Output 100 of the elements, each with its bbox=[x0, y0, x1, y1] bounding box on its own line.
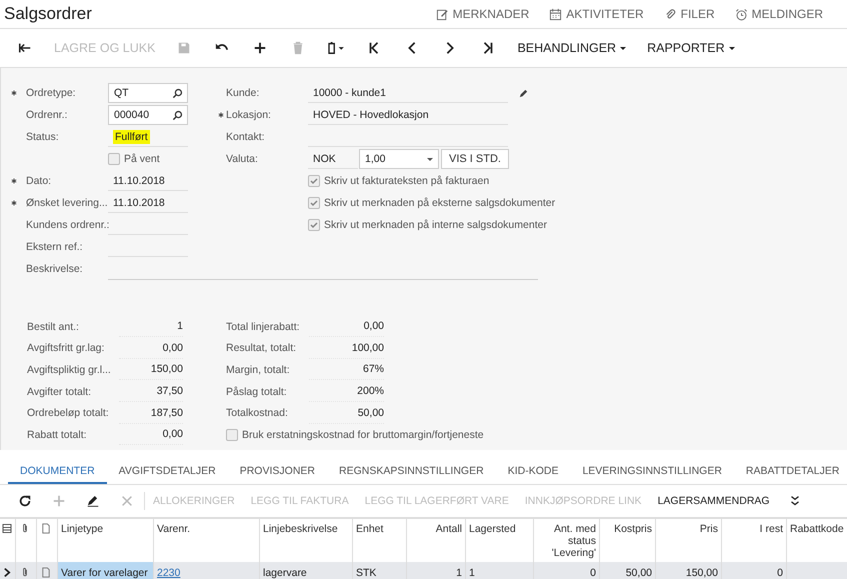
total-value: 0,00 bbox=[119, 424, 183, 446]
field-label: Kontakt: bbox=[226, 131, 265, 143]
total-label: Avgiftspliktig gr.l... bbox=[27, 364, 112, 376]
status-value: Fullført bbox=[113, 130, 150, 144]
total-label: Ordrebeløp totalt: bbox=[27, 407, 110, 420]
total-label: Påslag totalt: bbox=[226, 386, 288, 398]
lookup-field[interactable]: QT bbox=[108, 83, 188, 103]
page-title: Salgsordrer bbox=[4, 4, 92, 24]
tab[interactable]: DOKUMENTER bbox=[8, 460, 107, 484]
text-field[interactable]: 11.10.2018 bbox=[108, 193, 188, 213]
header-link[interactable]: AKTIVITETER bbox=[549, 7, 644, 21]
total-label: Resultat, totalt: bbox=[226, 342, 298, 354]
total-value: 200% bbox=[309, 381, 384, 402]
field-label: Valuta: bbox=[226, 153, 258, 165]
row-pointer-icon[interactable] bbox=[2, 567, 12, 578]
total-value: 100,00 bbox=[309, 338, 384, 359]
field-label: Kundens ordrenr.: bbox=[26, 219, 110, 231]
tab[interactable]: LEVERINGSINNSTILLINGER bbox=[570, 460, 734, 484]
refresh-icon bbox=[18, 494, 32, 508]
total-value: 50,00 bbox=[309, 402, 384, 424]
checkmark-icon bbox=[309, 220, 319, 230]
required-icon bbox=[218, 112, 224, 118]
caret-icon bbox=[619, 44, 628, 52]
text-field[interactable]: HOVED - Hovedlokasjon bbox=[308, 105, 508, 125]
table-cell: lagervare bbox=[263, 567, 307, 579]
calendar-icon bbox=[549, 8, 562, 20]
total-value: 37,50 bbox=[119, 381, 183, 402]
required-icon bbox=[11, 90, 17, 96]
alarm-clock-icon bbox=[734, 8, 748, 20]
field-label: Dato: bbox=[26, 175, 52, 187]
clipboard-icon bbox=[326, 41, 346, 55]
search-icon[interactable] bbox=[172, 88, 183, 98]
total-label: Margin, totalt: bbox=[226, 364, 291, 376]
plus-icon bbox=[52, 494, 66, 508]
total-label: Rabatt totalt: bbox=[27, 428, 88, 441]
document-icon bbox=[41, 523, 51, 534]
checkmark-icon bbox=[309, 176, 319, 186]
plus-icon bbox=[253, 41, 268, 55]
table-cell: 1 bbox=[469, 567, 475, 579]
tab[interactable]: PROVISJONER bbox=[228, 460, 327, 484]
menu-button[interactable]: BEHANDLINGER bbox=[507, 34, 638, 62]
text-field[interactable]: 11.10.2018 bbox=[108, 171, 188, 191]
pencil-icon[interactable] bbox=[518, 88, 529, 98]
rate-dropdown[interactable]: 1,00 bbox=[359, 149, 439, 169]
field-label: Kunde: bbox=[226, 87, 260, 99]
caret-icon bbox=[426, 155, 434, 163]
search-icon[interactable] bbox=[172, 110, 183, 120]
caret-icon bbox=[728, 44, 736, 52]
field-label: Lokasjon: bbox=[226, 109, 271, 121]
paperclip-icon[interactable] bbox=[20, 567, 30, 578]
table-cell: 1 bbox=[456, 567, 462, 579]
total-value: 1 bbox=[119, 316, 183, 338]
on-hold-checkbox[interactable]: På vent bbox=[108, 153, 160, 165]
total-label: Avgiftsfritt gr.lag: bbox=[27, 342, 106, 354]
tab[interactable]: REGNSKAPSINNSTILLINGER bbox=[326, 460, 496, 484]
print-option-checkbox[interactable]: Skriv ut merknaden på eksterne salgsdokumenter bbox=[308, 197, 556, 209]
table-cell: 150,00 bbox=[686, 567, 718, 579]
pencil-icon bbox=[86, 494, 100, 508]
tab[interactable]: KID-KODE bbox=[496, 460, 570, 484]
text-field[interactable]: 10000 - kunde1 bbox=[308, 83, 508, 103]
total-value: 150,00 bbox=[119, 359, 183, 380]
field-label: Ekstern ref.: bbox=[26, 241, 83, 253]
back-arrow-icon bbox=[18, 41, 32, 55]
field-label: Ordrenr.: bbox=[26, 109, 68, 121]
total-value: 67% bbox=[309, 359, 384, 380]
tab[interactable]: RABATTDETALJER bbox=[734, 460, 847, 484]
tab[interactable]: AVGIFTSDETALJER bbox=[106, 460, 228, 484]
close-icon bbox=[120, 494, 134, 508]
table-icon bbox=[2, 523, 12, 534]
document-icon[interactable] bbox=[41, 567, 51, 578]
required-icon bbox=[11, 200, 17, 206]
table-cell: STK bbox=[356, 567, 376, 579]
table-cell: 0 bbox=[777, 567, 783, 579]
print-option-checkbox[interactable]: Skriv ut fakturateksten på fakturaen bbox=[308, 175, 490, 187]
last-record-icon bbox=[481, 41, 496, 55]
total-label: Total linjerabatt: bbox=[226, 320, 301, 333]
trash-icon bbox=[291, 41, 306, 55]
total-value: 187,50 bbox=[119, 402, 183, 424]
total-label: Bestilt ant.: bbox=[27, 320, 80, 333]
view-base-button[interactable]: VIS I STD. bbox=[441, 149, 509, 169]
field-label: Ønsket levering... bbox=[26, 197, 108, 209]
header-link[interactable]: MELDINGER bbox=[734, 7, 823, 21]
table-cell: 0 bbox=[590, 567, 596, 579]
field-label: Status: bbox=[26, 131, 59, 143]
menu-button[interactable]: RAPPORTER bbox=[637, 34, 746, 62]
total-value: 0,00 bbox=[309, 316, 384, 338]
print-option-checkbox[interactable]: Skriv ut merknaden på interne salgsdokumenter bbox=[308, 219, 547, 231]
lookup-field[interactable]: 000040 bbox=[108, 105, 188, 125]
header-link[interactable]: FILER bbox=[664, 7, 715, 21]
currency-field[interactable]: NOK bbox=[308, 149, 358, 169]
table-cell: 50,00 bbox=[626, 567, 652, 579]
paperclip-icon bbox=[20, 523, 30, 534]
replacement-cost-checkbox[interactable]: Bruk erstatningskostnad for bruttomargin/fortjeneste bbox=[226, 424, 709, 446]
checkmark-icon bbox=[309, 198, 319, 208]
required-icon bbox=[11, 178, 17, 184]
item-link[interactable]: 2230 bbox=[157, 567, 180, 579]
table-cell: Varer for varelager bbox=[61, 567, 148, 579]
grid-action-button[interactable]: LAGERSAMMENDRAG bbox=[650, 488, 778, 514]
header-link[interactable]: MERKNADER bbox=[436, 7, 530, 21]
save-icon bbox=[177, 41, 192, 55]
